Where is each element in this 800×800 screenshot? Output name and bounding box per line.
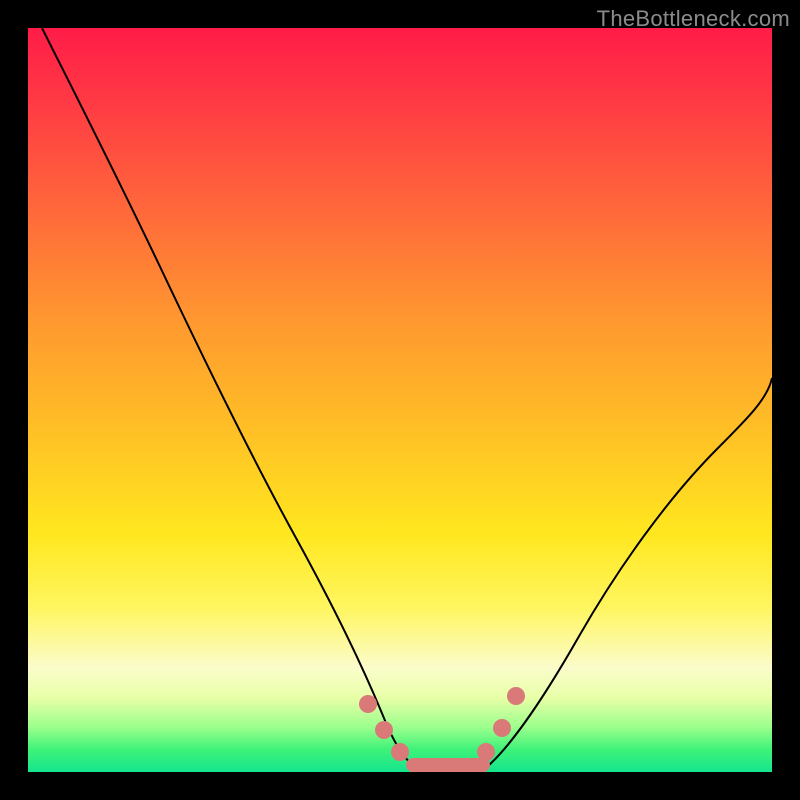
- valley-bar: [406, 758, 490, 772]
- valley-dot: [493, 719, 511, 737]
- left-curve: [42, 28, 416, 766]
- valley-dot: [391, 743, 409, 761]
- valley-dot: [359, 695, 377, 713]
- valley-dot: [477, 743, 495, 761]
- chart-svg: [28, 28, 772, 772]
- right-curve: [488, 378, 772, 766]
- valley-dot: [375, 721, 393, 739]
- watermark-text: TheBottleneck.com: [597, 6, 790, 32]
- chart-frame: TheBottleneck.com: [0, 0, 800, 800]
- plot-area: [28, 28, 772, 772]
- valley-dot: [507, 687, 525, 705]
